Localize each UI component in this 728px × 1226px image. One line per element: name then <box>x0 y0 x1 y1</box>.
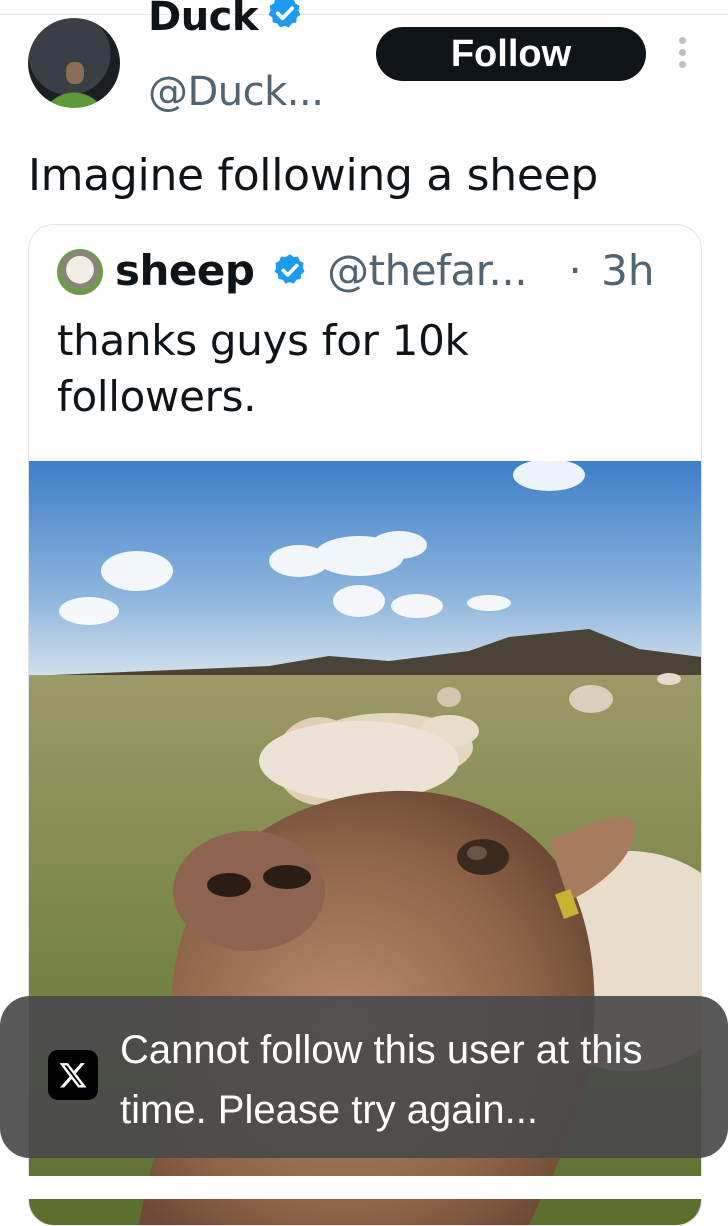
quoted-author-handle[interactable]: @thefar... <box>327 246 527 295</box>
quoted-author-avatar[interactable] <box>57 249 103 295</box>
quoted-verified-badge-icon <box>272 246 308 302</box>
author-handle[interactable]: @Duck... <box>148 66 324 118</box>
error-toast[interactable]: Cannot follow this user at this time. Pl… <box>0 996 728 1158</box>
top-divider <box>0 14 728 15</box>
follow-button[interactable]: Follow <box>376 27 646 81</box>
quoted-tweet-header: sheep @thefar... · 3h <box>115 243 655 302</box>
bottom-strip <box>0 1176 728 1199</box>
quoted-tweet-time[interactable]: 3h <box>601 246 654 295</box>
time-separator: · <box>568 246 582 295</box>
toast-message: Cannot follow this user at this time. Pl… <box>120 1028 643 1132</box>
verified-badge-icon <box>266 0 304 44</box>
x-logo-icon <box>48 1050 98 1100</box>
author-avatar[interactable] <box>28 18 120 108</box>
author-display-name[interactable]: Duck <box>148 0 304 44</box>
more-options-icon[interactable] <box>676 37 688 71</box>
duck-beak <box>66 62 84 84</box>
author-name-text: Duck <box>148 0 259 40</box>
quoted-tweet-text: thanks guys for 10k followers. <box>57 316 469 421</box>
tweet-text: Imagine following a sheep <box>28 150 599 201</box>
quoted-author-name[interactable]: sheep <box>115 246 255 295</box>
